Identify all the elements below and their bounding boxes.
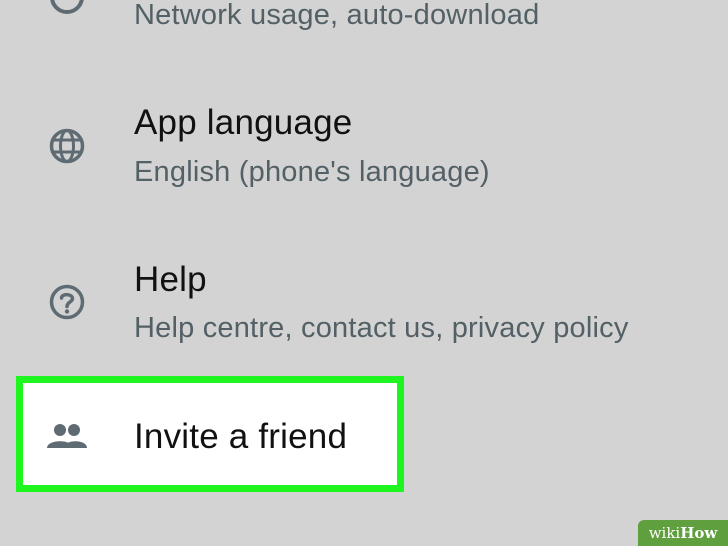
app-language-subtitle: English (phone's language) bbox=[134, 156, 490, 188]
people-icon bbox=[46, 416, 88, 458]
invite-title: Invite a friend bbox=[134, 417, 348, 456]
data-usage-icon bbox=[46, 0, 88, 18]
settings-screen: Network usage, auto-download App languag… bbox=[0, 0, 728, 546]
wikihow-watermark: wiki How bbox=[638, 520, 728, 546]
help-title: Help bbox=[134, 260, 207, 299]
help-subtitle: Help centre, contact us, privacy policy bbox=[134, 312, 629, 344]
app-language-title: App language bbox=[134, 103, 353, 142]
globe-icon bbox=[46, 125, 88, 167]
storage-subtitle: Network usage, auto-download bbox=[134, 0, 540, 31]
watermark-wiki: wiki bbox=[648, 524, 681, 542]
help-circle-icon bbox=[46, 281, 88, 323]
watermark-how: How bbox=[680, 524, 718, 542]
